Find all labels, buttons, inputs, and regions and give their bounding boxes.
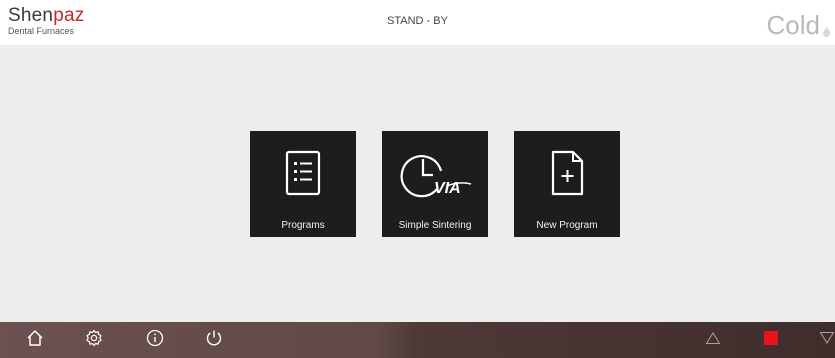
- settings-icon: [85, 329, 103, 352]
- new-program-label: New Program: [536, 220, 598, 231]
- info-button[interactable]: [140, 322, 170, 358]
- flame-icon: [822, 14, 831, 45]
- down-button[interactable]: [812, 322, 835, 358]
- list-document-icon: [250, 149, 356, 202]
- new-document-icon: [514, 149, 620, 202]
- clock-via-icon: VIA: [382, 149, 488, 204]
- footer-bar: [0, 322, 835, 358]
- power-icon: [205, 329, 223, 352]
- temperature-state-label: Cold: [766, 10, 820, 40]
- settings-button[interactable]: [79, 322, 109, 358]
- up-button[interactable]: [698, 322, 728, 358]
- up-triangle-icon: [705, 331, 721, 350]
- simple-sintering-tile[interactable]: VIA Simple Sintering: [382, 131, 488, 237]
- down-triangle-icon: [819, 331, 835, 350]
- stop-icon: [763, 330, 779, 351]
- home-icon: [26, 329, 44, 352]
- home-button[interactable]: [20, 322, 50, 358]
- furnace-status: STAND - BY: [387, 15, 448, 27]
- stop-button[interactable]: [756, 322, 786, 358]
- simple-sintering-label: Simple Sintering: [398, 220, 472, 231]
- temperature-state: Cold: [767, 6, 831, 45]
- programs-tile[interactable]: Programs: [250, 131, 356, 237]
- info-icon: [146, 329, 164, 352]
- main-menu: Programs VIA Simple Sintering New Progra…: [250, 131, 620, 237]
- power-button[interactable]: [199, 322, 229, 358]
- header-bar: Shenpaz Dental Furnaces STAND - BY Cold: [0, 0, 835, 45]
- new-program-tile[interactable]: New Program: [514, 131, 620, 237]
- programs-label: Programs: [281, 220, 325, 231]
